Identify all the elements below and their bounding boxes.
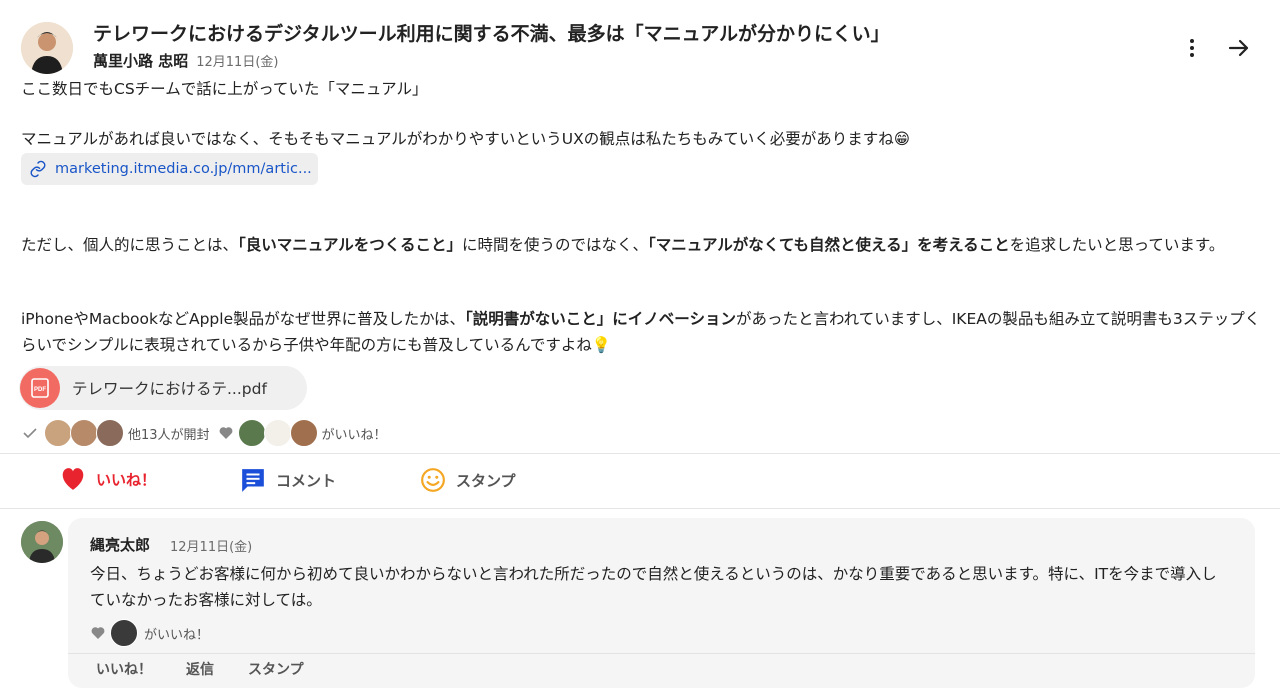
comment-like-text: がいいね！ <box>144 627 210 643</box>
liker-avatar[interactable] <box>237 419 266 447</box>
smiley-icon <box>420 467 446 493</box>
post-paragraph-2: マニュアルがあれば良いではなく、そもそもマニュアルがわかりやすいというUXの観点… <box>21 130 910 148</box>
para3-text-c: に時間を使うのではなく、 <box>462 236 649 254</box>
link-icon <box>29 160 47 178</box>
reactions-row: 他13人が開封 がいいね！ <box>22 419 387 447</box>
para3-text-e: を追求したいと思っています。 <box>1009 236 1225 254</box>
post-title: テレワークにおけるデジタルツール利用に関する不満、最多は「マニュアルが分かりにく… <box>93 23 890 45</box>
divider <box>68 653 1255 654</box>
para3-text-a: ただし、個人的に思うことは、 <box>21 236 239 254</box>
comment-reactions: がいいね！ <box>90 619 209 647</box>
arrow-right-icon[interactable] <box>1226 36 1252 60</box>
pdf-badge-text: PDF <box>34 387 46 393</box>
comment-button[interactable]: コメント <box>240 467 336 493</box>
comment-text: 今日、ちょうどお客様に何から初めて良いかわからないと言われた所だったので自然と使… <box>90 565 1217 609</box>
link-url[interactable]: marketing.itmedia.co.jp/mm/artic... <box>55 161 312 177</box>
reader-avatar[interactable] <box>70 419 98 447</box>
liker-avatar[interactable] <box>110 619 138 647</box>
liker-avatar[interactable] <box>263 419 292 447</box>
liker-avatar[interactable] <box>289 419 318 447</box>
para4-text-a: iPhoneやMacbookなどApple製品がなぜ世界に普及したかは、 <box>21 310 465 328</box>
post-paragraph-3: ただし、個人的に思うことは、「良いマニュアルをつくること」に時間を使うのではなく… <box>21 232 1261 258</box>
author-line: 萬里小路 忠昭 12月11日(金) <box>93 50 278 71</box>
commenter-avatar[interactable] <box>21 521 63 563</box>
stamp-button-label: スタンプ <box>456 471 516 490</box>
heart-icon <box>90 625 106 641</box>
post-date: 12月11日(金) <box>196 55 279 70</box>
comment-icon <box>240 467 266 493</box>
like-button[interactable]: いいね！ <box>60 467 156 491</box>
commenter-name[interactable]: 縄亮太郎 <box>90 534 150 555</box>
author-avatar[interactable] <box>21 22 73 74</box>
post-paragraph-4: iPhoneやMacbookなどApple製品がなぜ世界に普及したかは、「説明書… <box>21 306 1261 358</box>
divider <box>0 453 1280 454</box>
para4-bold-b: 「説明書がないこと」にイノベーション <box>465 310 736 328</box>
comment-like-button[interactable]: いいね！ <box>96 659 152 679</box>
comment-card: 縄亮太郎 12月11日(金) 今日、ちょうどお客様に何から初めて良いかわからない… <box>68 518 1255 688</box>
file-name: テレワークにおけるテ...pdf <box>72 380 267 398</box>
comment-actions: いいね！ 返信 スタンプ <box>96 659 304 679</box>
post-paragraph-1: ここ数日でもCSチームで話に上がっていた「マニュアル」 <box>21 80 428 98</box>
like-text: がいいね！ <box>321 427 387 443</box>
link-chip[interactable]: marketing.itmedia.co.jp/mm/artic... <box>21 153 318 185</box>
para3-bold-d: 「マニュアルがなくても自然と使える」を考えること <box>648 236 1010 254</box>
post-card: テレワークにおけるデジタルツール利用に関する不満、最多は「マニュアルが分かりにく… <box>0 0 1280 692</box>
check-icon <box>22 425 38 441</box>
stamp-button[interactable]: スタンプ <box>420 467 516 493</box>
reader-avatar[interactable] <box>96 419 124 447</box>
comment-button-label: コメント <box>276 471 337 490</box>
divider <box>0 508 1280 509</box>
heart-filled-icon <box>60 467 86 491</box>
heart-icon <box>218 425 234 441</box>
comment-reply-button[interactable]: 返信 <box>186 659 214 679</box>
more-vertical-icon[interactable] <box>1180 36 1204 60</box>
pdf-attachment[interactable]: PDF テレワークにおけるテ...pdf <box>19 366 307 410</box>
comment-date: 12月11日(金) <box>170 540 253 555</box>
read-count-text[interactable]: 他13人が開封 <box>128 424 210 443</box>
para3-bold-b: 「良いマニュアルをつくること」 <box>238 236 462 254</box>
reader-avatar[interactable] <box>44 419 72 447</box>
action-bar: いいね！ コメント スタンプ <box>0 463 1280 497</box>
author-name[interactable]: 萬里小路 忠昭 <box>93 50 188 71</box>
like-button-label: いいね！ <box>96 470 157 489</box>
comment-stamp-button[interactable]: スタンプ <box>248 659 304 679</box>
pdf-file-icon: PDF <box>20 368 60 408</box>
